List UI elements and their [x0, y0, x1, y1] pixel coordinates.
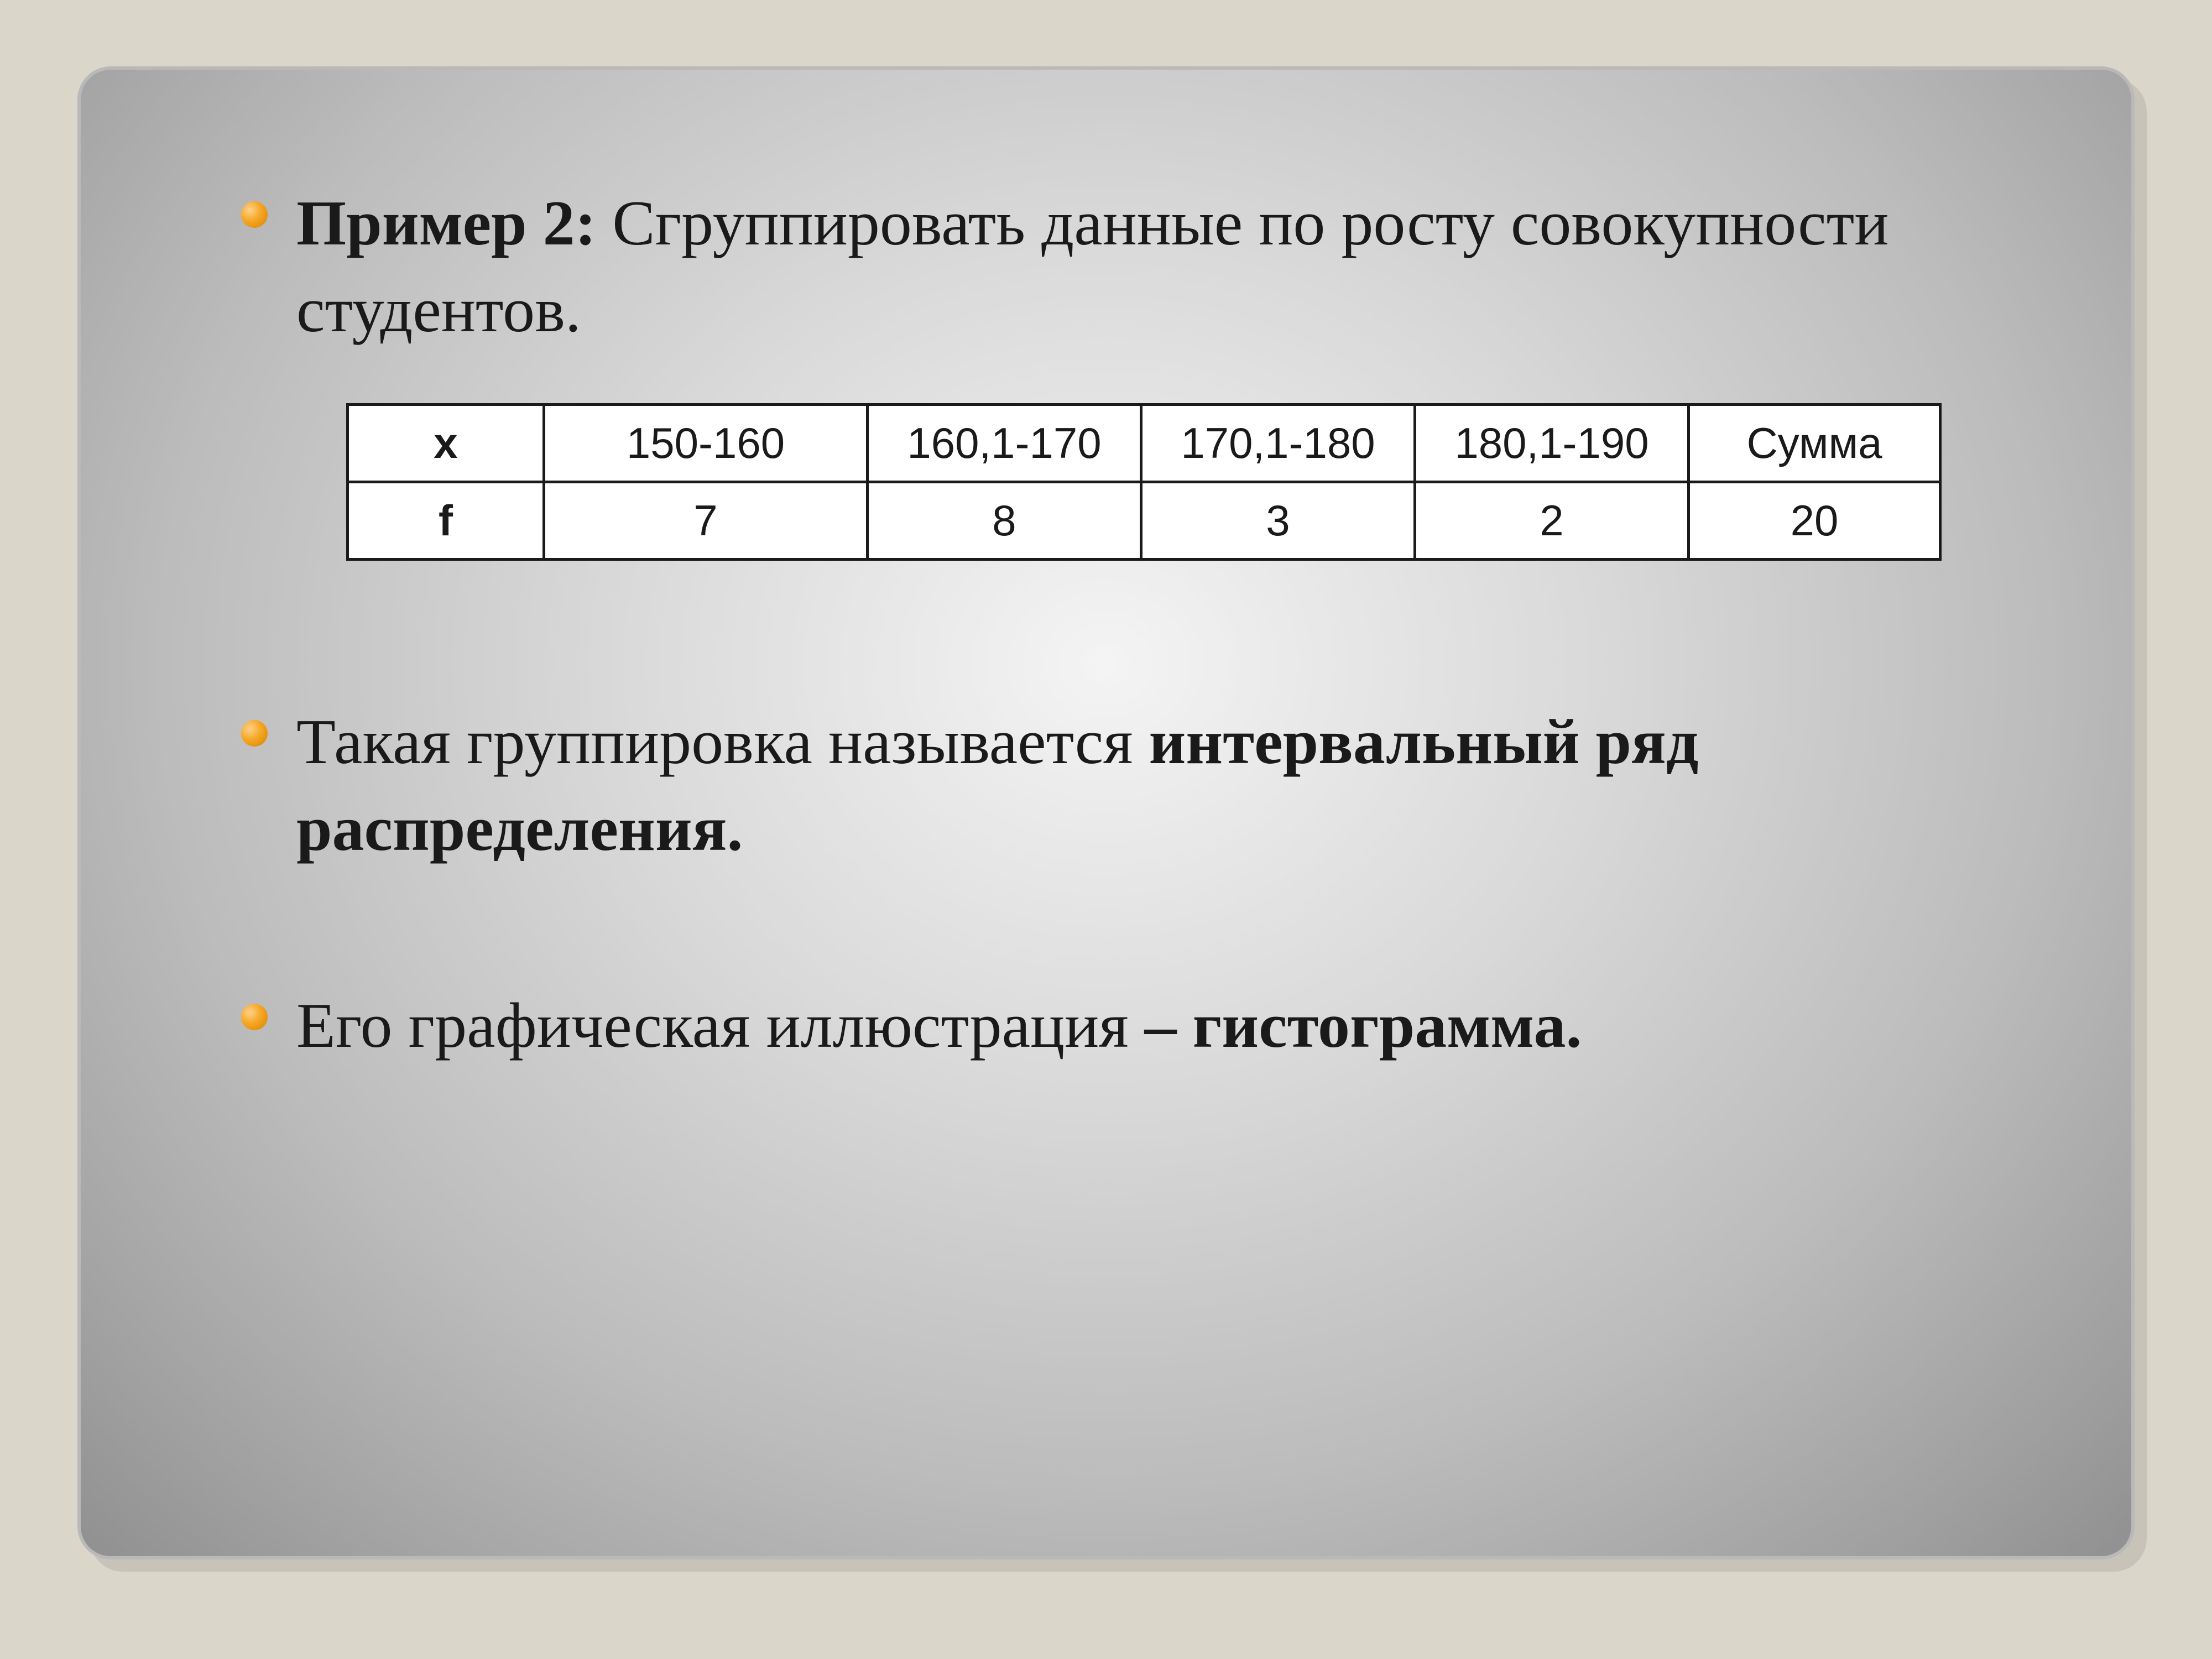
x-col-4: Сумма [1689, 405, 1940, 482]
x-col-1: 160,1-170 [868, 405, 1141, 482]
bullet-item-3: Его графическая иллюстрация – гистограмм… [225, 983, 2010, 1070]
f-col-0: 7 [544, 482, 868, 560]
f-col-3: 2 [1415, 482, 1689, 560]
slide-card: Пример 2: Сгруппировать данные по росту … [77, 66, 2135, 1559]
f-col-2: 3 [1141, 482, 1415, 560]
bullet-icon [241, 1004, 268, 1030]
table-row: x 150-160 160,1-170 170,1-180 180,1-190 … [348, 405, 1940, 482]
bullet-item-2: Такая группировка называется интервальны… [225, 699, 2010, 872]
x-col-3: 180,1-190 [1415, 405, 1689, 482]
spacer [225, 905, 2010, 983]
x-col-2: 170,1-180 [1141, 405, 1415, 482]
bullet-2-pre: Такая группировка называется [296, 707, 1149, 778]
f-col-4: 20 [1689, 482, 1940, 560]
row-f-label: f [348, 482, 544, 560]
bullet-1-prefix: Пример 2: [296, 188, 596, 259]
data-table: x 150-160 160,1-170 170,1-180 180,1-190 … [346, 403, 1942, 561]
page-background: Пример 2: Сгруппировать данные по росту … [0, 0, 2212, 1659]
bullet-3-text: Его графическая иллюстрация – гистограмм… [296, 983, 2010, 1070]
bullet-icon [241, 201, 268, 228]
bullet-2-text: Такая группировка называется интервальны… [296, 699, 2010, 872]
f-col-1: 8 [868, 482, 1141, 560]
bullet-3-bold: – гистограмма. [1129, 990, 1582, 1061]
table-row: f 7 8 3 2 20 [348, 482, 1940, 560]
bullet-icon [241, 720, 268, 747]
row-x-label: x [348, 405, 544, 482]
x-col-0: 150-160 [544, 405, 868, 482]
bullet-1-text: Пример 2: Сгруппировать данные по росту … [296, 180, 2010, 353]
data-table-wrap: x 150-160 160,1-170 170,1-180 180,1-190 … [346, 403, 2010, 561]
bullet-item-1: Пример 2: Сгруппировать данные по росту … [225, 180, 2010, 353]
slide-card-wrapper: Пример 2: Сгруппировать данные по росту … [77, 66, 2135, 1559]
bullet-3-pre: Его графическая иллюстрация [296, 990, 1129, 1061]
